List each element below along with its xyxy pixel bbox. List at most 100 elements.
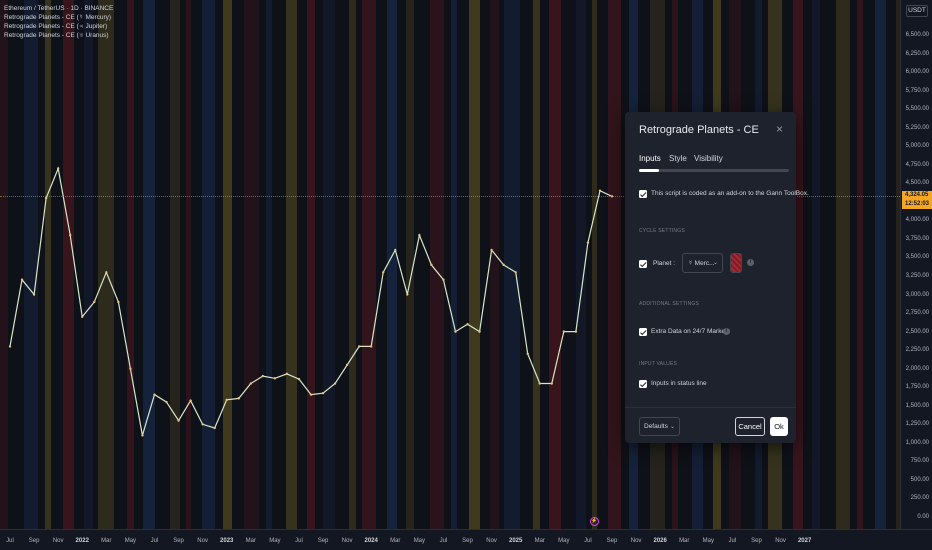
status-line-checkbox[interactable] xyxy=(639,380,647,388)
x-tick-label: Mar xyxy=(534,538,545,544)
y-tick-label: 2,250.00 xyxy=(905,347,929,354)
price-point xyxy=(418,234,421,237)
y-tick-label: 5,500.00 xyxy=(905,106,929,113)
cancel-button[interactable]: Cancel xyxy=(735,417,765,436)
x-tick-label: Mar xyxy=(101,538,112,544)
price-point xyxy=(105,271,108,274)
addon-note-label: This script is coded as an add-on to the… xyxy=(651,190,809,197)
defaults-label: Defaults xyxy=(644,423,668,430)
x-tick-label: 2024 xyxy=(364,538,378,544)
price-point xyxy=(117,300,120,304)
extra-data-checkbox[interactable] xyxy=(639,328,647,336)
price-point xyxy=(165,400,168,404)
price-point xyxy=(56,167,60,170)
y-tick-label: 3,250.00 xyxy=(905,273,929,279)
indicator-settings-dialog: Retrograde Planets - CE × Inputs Style V… xyxy=(625,112,809,443)
y-tick-label: 500.00 xyxy=(910,476,929,483)
time-axis[interactable]: Jul Sep Nov 2022 Mar May Jul Sep Nov 2023 Mar May Ju… xyxy=(0,529,932,550)
x-tick-label: Nov xyxy=(775,538,786,544)
price-point xyxy=(249,382,252,385)
price-point xyxy=(189,399,192,402)
price-point xyxy=(297,377,301,381)
planet-checkbox[interactable] xyxy=(639,260,647,268)
x-tick-label: Sep xyxy=(173,538,184,544)
tab-style[interactable]: Style xyxy=(669,154,687,163)
section-additional-settings: ADDITIONAL SETTINGS xyxy=(639,301,700,307)
price-point xyxy=(201,423,204,426)
price-point xyxy=(442,278,445,281)
addon-note-checkbox[interactable] xyxy=(639,190,647,198)
info-icon[interactable]: i xyxy=(723,328,730,335)
chart-window: Ethereum / TetherUS · 1D · BINANCE Retro… xyxy=(0,0,932,550)
x-tick-label: Sep xyxy=(606,538,618,544)
y-tick-label: 3,000.00 xyxy=(905,291,929,298)
x-tick-label: Nov xyxy=(52,538,64,544)
extra-data-label: Extra Data on 24/7 Markets xyxy=(651,328,731,335)
symbol-title[interactable]: Ethereum / TetherUS · 1D · BINANCE xyxy=(4,4,113,13)
x-tick-label: May xyxy=(269,538,281,544)
price-axis[interactable]: 6,500.00 6,250.00 6,000.00 5,750.00 5,500.00… xyxy=(900,0,932,529)
x-tick-label: Jul xyxy=(150,538,159,544)
tab-visibility[interactable]: Visibility xyxy=(694,154,723,163)
y-tick-label: 2,500.00 xyxy=(905,328,929,335)
info-icon[interactable]: i xyxy=(747,259,754,266)
price-point xyxy=(538,382,541,385)
y-tick-label: 1,250.00 xyxy=(905,421,929,428)
price-point xyxy=(237,397,240,400)
price-point xyxy=(32,293,36,296)
chevron-down-icon: ⌄ xyxy=(712,260,718,266)
ok-button[interactable]: Ok xyxy=(770,417,788,436)
y-tick-label: 4,000.00 xyxy=(905,217,929,224)
planet-select[interactable]: ☿ Merc... ⌄ xyxy=(682,253,723,273)
price-point xyxy=(574,330,578,333)
price-point xyxy=(225,398,228,402)
x-tick-label: Jul xyxy=(728,538,737,544)
defaults-button[interactable]: Defaults ⌄ xyxy=(639,417,680,436)
indicator-legend-jupiter[interactable]: Retrograde Planets - CE (♃ Jupiter) xyxy=(4,22,113,31)
price-point xyxy=(562,330,566,333)
y-tick-label: 1,000.00 xyxy=(905,439,929,446)
bar-countdown-tag: 12:52:03 xyxy=(902,200,932,210)
x-tick-label: Sep xyxy=(317,538,329,544)
quote-currency-badge[interactable]: USDT xyxy=(906,5,928,17)
y-tick-label: 2,750.00 xyxy=(905,310,929,317)
x-tick-label: Nov xyxy=(197,538,208,544)
x-tick-label: Jul xyxy=(439,538,448,544)
y-tick-label: 3,750.00 xyxy=(905,235,929,242)
y-tick-label: 4,750.00 xyxy=(905,161,929,168)
y-tick-label: 4,500.00 xyxy=(905,180,929,187)
last-price-tag: 4,324.05 xyxy=(902,191,932,201)
price-point xyxy=(382,271,385,274)
tab-inputs[interactable]: Inputs xyxy=(639,154,661,163)
chart-legend[interactable]: Ethereum / TetherUS · 1D · BINANCE Retro… xyxy=(4,4,113,40)
price-point xyxy=(370,345,373,348)
price-point xyxy=(261,374,265,378)
price-point xyxy=(273,377,277,380)
price-point xyxy=(478,330,481,333)
price-point xyxy=(81,315,84,318)
x-tick-label: 2022 xyxy=(75,538,89,544)
y-tick-label: 3,500.00 xyxy=(905,254,929,261)
event-marker-icon[interactable]: ⚡ xyxy=(590,517,599,526)
price-point xyxy=(430,263,433,267)
y-tick-label: 750.00 xyxy=(910,458,929,465)
dialog-footer: Defaults ⌄ Cancel Ok xyxy=(625,407,796,443)
x-tick-label: Nov xyxy=(341,538,353,544)
price-point xyxy=(394,248,397,252)
tab-track xyxy=(639,169,789,172)
indicator-legend-uranus[interactable]: Retrograde Planets - CE (♅ Uranus) xyxy=(4,31,113,40)
price-point xyxy=(490,248,493,252)
x-tick-label: Jul xyxy=(295,538,303,544)
indicator-legend-mercury[interactable]: Retrograde Planets - CE (☿ Mercury) xyxy=(4,13,113,22)
price-point xyxy=(8,345,12,348)
color-swatch[interactable] xyxy=(730,253,742,273)
y-tick-label: 250.00 xyxy=(910,495,929,502)
planet-label: Planet : xyxy=(653,260,676,267)
x-tick-label: Sep xyxy=(28,538,40,544)
close-icon[interactable]: × xyxy=(776,122,783,136)
planet-select-value: ☿ Merc... xyxy=(688,260,715,267)
y-tick-label: 1,500.00 xyxy=(905,402,929,409)
price-point xyxy=(502,263,505,267)
y-tick-label: 5,250.00 xyxy=(905,124,929,131)
price-point xyxy=(20,278,24,281)
